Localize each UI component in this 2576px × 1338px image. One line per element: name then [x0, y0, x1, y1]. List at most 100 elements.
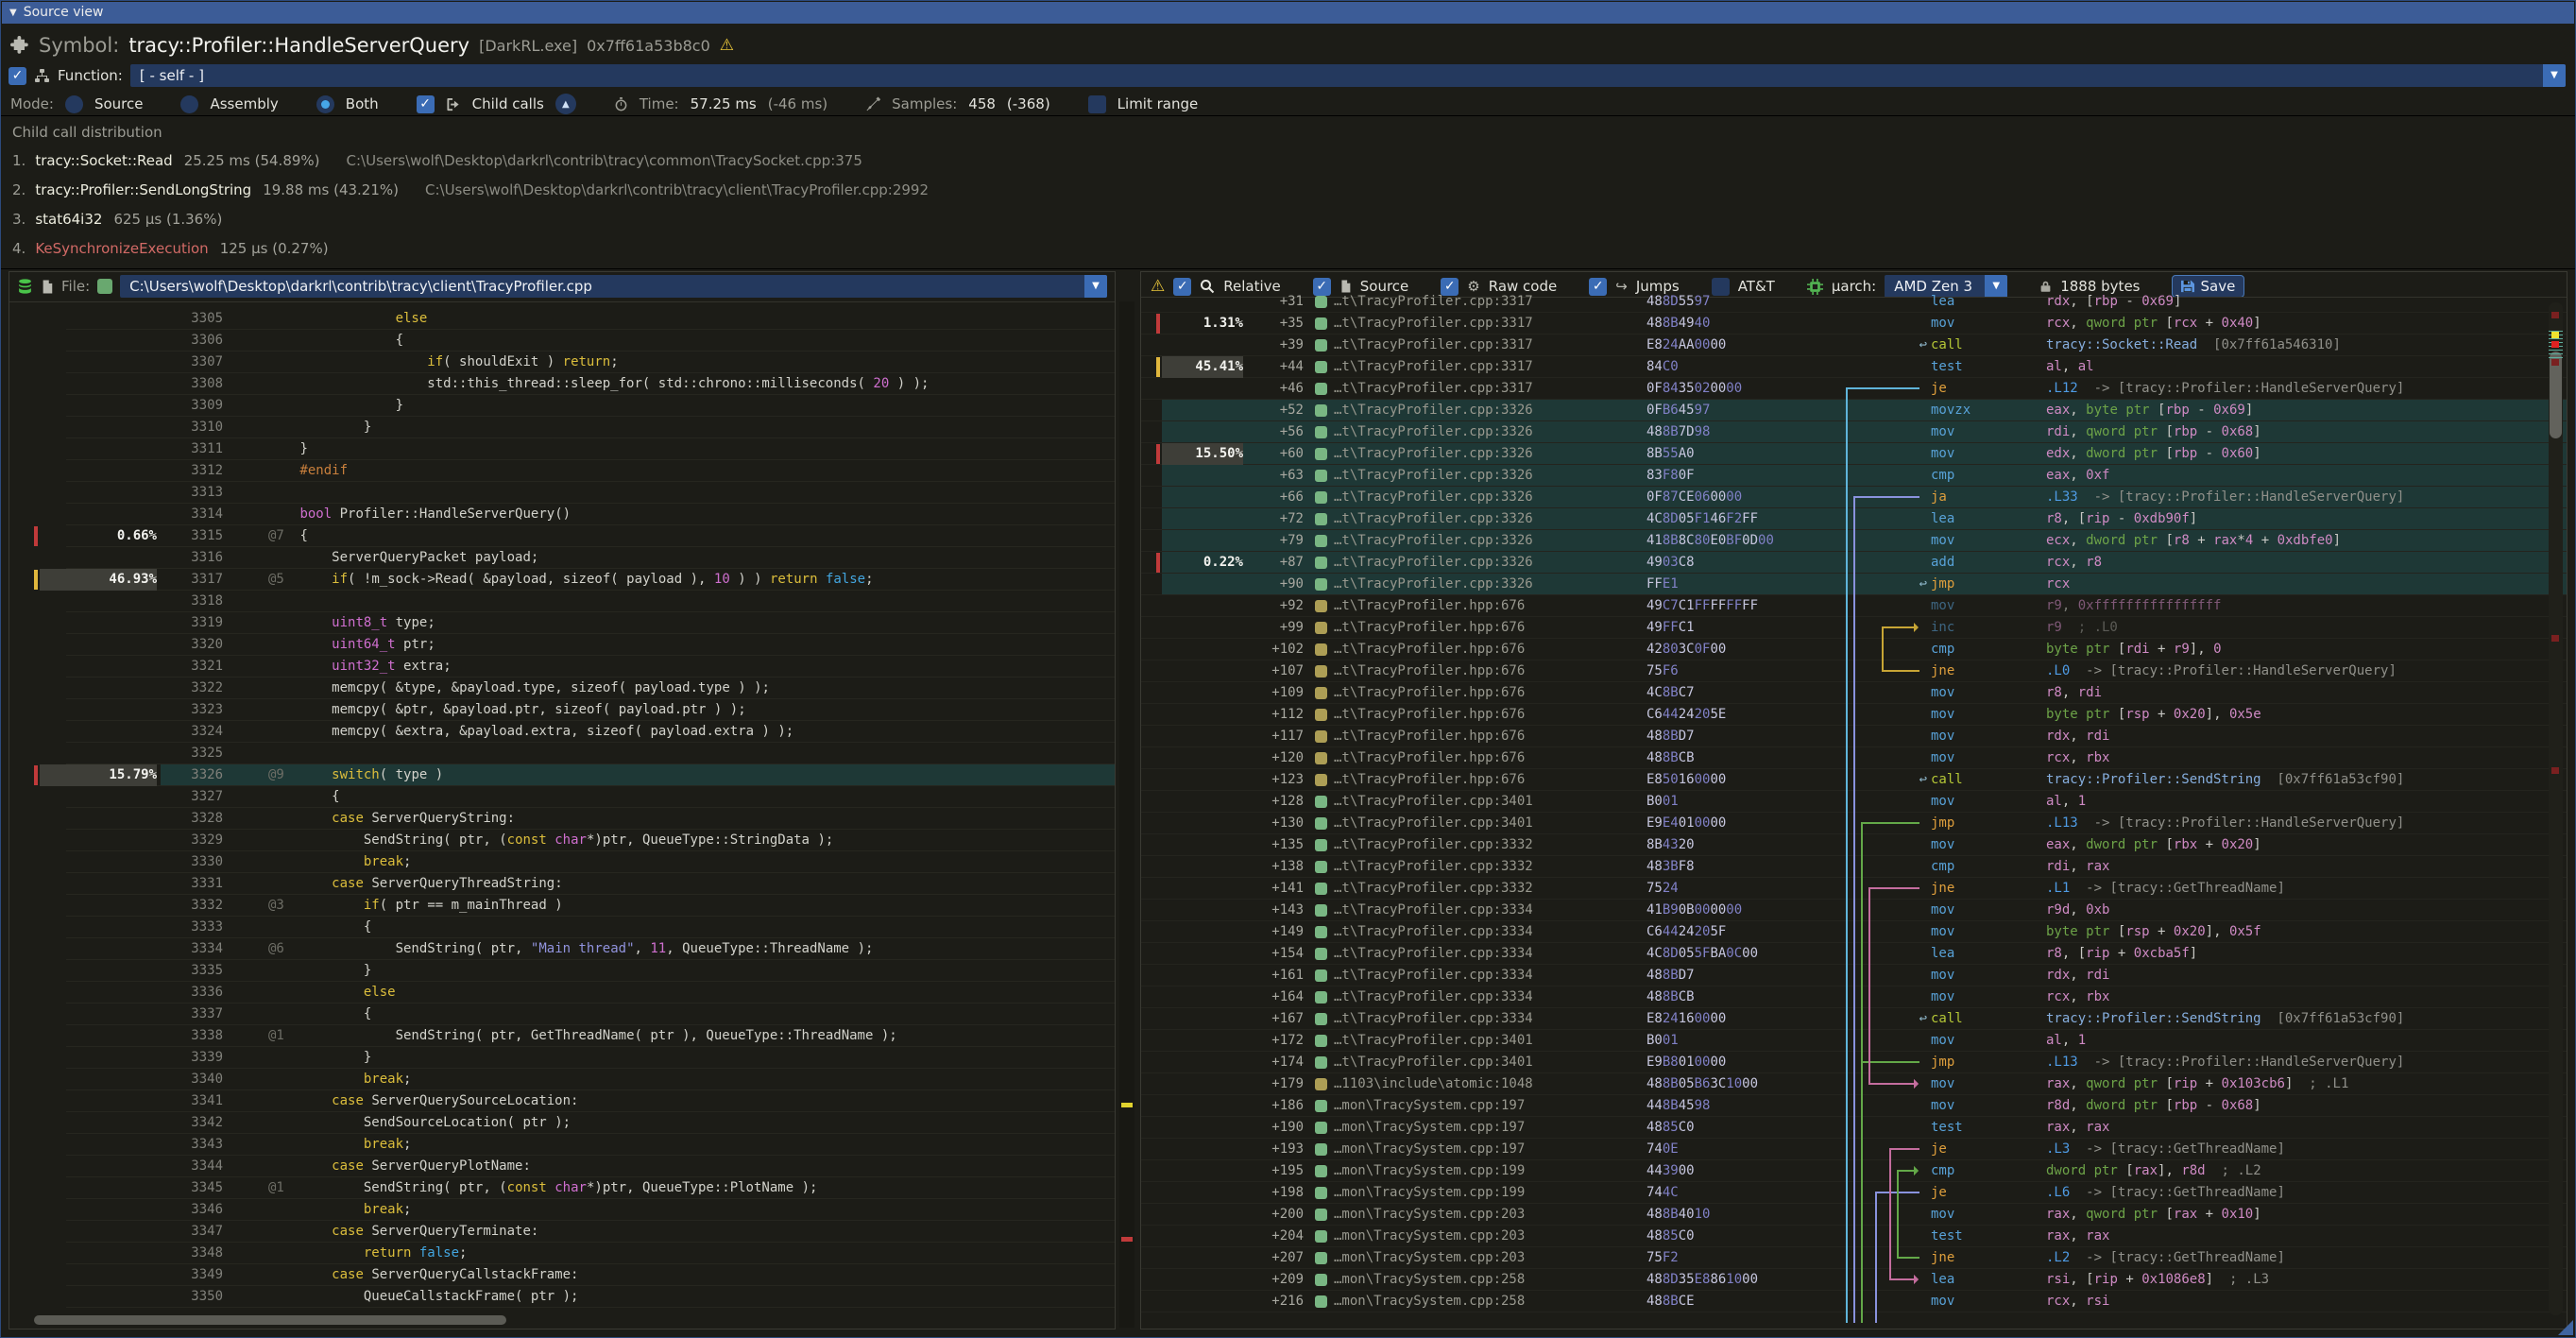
assembly-line[interactable]: +123…t\TracyProfiler.hpp:676E850160000↩c…	[1141, 769, 2567, 791]
assembly-line[interactable]: +138…t\TracyProfiler.cpp:3332483BF8cmprd…	[1141, 856, 2567, 878]
assembly-line[interactable]: +135…t\TracyProfiler.cpp:33328B4320movea…	[1141, 834, 2567, 856]
source-line[interactable]: 3348 return false;	[9, 1243, 1115, 1264]
source-line[interactable]: 3313	[9, 482, 1115, 504]
source-line[interactable]: 3335 }	[9, 960, 1115, 982]
assembly-line[interactable]: +149…t\TracyProfiler.cpp:3334C64424205Fm…	[1141, 921, 2567, 943]
assembly-line[interactable]: +164…t\TracyProfiler.cpp:3334488BCBmovrc…	[1141, 986, 2567, 1008]
assembly-line[interactable]: +143…t\TracyProfiler.cpp:333441B90B00000…	[1141, 900, 2567, 921]
source-location[interactable]: …t\TracyProfiler.cpp:3326	[1334, 574, 1533, 595]
source-line[interactable]: 3310 }	[9, 417, 1115, 438]
source-location[interactable]: …mon\TracySystem.cpp:203	[1334, 1204, 1525, 1226]
collapse-metrics-button[interactable]: ▲	[555, 94, 576, 114]
source-line[interactable]: 3339 }	[9, 1047, 1115, 1069]
source-line[interactable]: 3305 else	[9, 308, 1115, 330]
source-location[interactable]: …t\TracyProfiler.hpp:676	[1334, 682, 1525, 704]
source-line[interactable]: 3320 uint64_t ptr;	[9, 634, 1115, 656]
source-line[interactable]: 3342 SendSourceLocation( ptr );	[9, 1112, 1115, 1134]
source-location[interactable]: …mon\TracySystem.cpp:258	[1334, 1291, 1525, 1312]
source-location[interactable]: …t\TracyProfiler.cpp:3317	[1334, 378, 1533, 400]
source-line[interactable]: 3309 }	[9, 395, 1115, 417]
source-location[interactable]: …t\TracyProfiler.cpp:3326	[1334, 508, 1533, 530]
assembly-line[interactable]: +102…t\TracyProfiler.hpp:67642803C0F00cm…	[1141, 639, 2567, 660]
assembly-line[interactable]: +141…t\TracyProfiler.cpp:33327524jne.L1 …	[1141, 878, 2567, 900]
source-location[interactable]: …t\TracyProfiler.cpp:3326	[1334, 400, 1533, 421]
assembly-line[interactable]: +112…t\TracyProfiler.hpp:676C64424205Emo…	[1141, 704, 2567, 726]
source-location[interactable]: …t\TracyProfiler.hpp:676	[1334, 747, 1525, 769]
child-call-item[interactable]: 2.tracy::Profiler::SendLongString19.88 m…	[12, 176, 2566, 205]
assembly-line[interactable]: +207…mon\TracySystem.cpp:20375F2jne.L2 -…	[1141, 1247, 2567, 1269]
source-location[interactable]: …mon\TracySystem.cpp:203	[1334, 1226, 1525, 1247]
assembly-line[interactable]: +107…t\TracyProfiler.hpp:67675F6jne.L0 -…	[1141, 660, 2567, 682]
assembly-line[interactable]: +216…mon\TracySystem.cpp:258488BCEmovrcx…	[1141, 1291, 2567, 1312]
assembly-line[interactable]: +92…t\TracyProfiler.hpp:67649C7C1FFFFFFF…	[1141, 595, 2567, 617]
source-location[interactable]: …1103\include\atomic:1048	[1334, 1073, 1533, 1095]
assembly-line[interactable]: +90…t\TracyProfiler.cpp:3326FFE1↩jmprcx	[1141, 574, 2567, 595]
window-titlebar[interactable]: ▼Source view	[2, 2, 2574, 24]
assembly-line[interactable]: 1.31%+35…t\TracyProfiler.cpp:3317488B494…	[1141, 313, 2567, 334]
source-location[interactable]: …t\TracyProfiler.hpp:676	[1334, 639, 1525, 660]
source-line[interactable]: 3341 case ServerQuerySourceLocation:	[9, 1090, 1115, 1112]
assembly-line[interactable]: +167…t\TracyProfiler.cpp:3334E824160000↩…	[1141, 1008, 2567, 1030]
assembly-line[interactable]: +161…t\TracyProfiler.cpp:3334488BD7movrd…	[1141, 965, 2567, 986]
source-location[interactable]: …t\TracyProfiler.hpp:676	[1334, 726, 1525, 747]
source-line[interactable]: 3307 if( shouldExit ) return;	[9, 352, 1115, 373]
resize-grip[interactable]	[2558, 1320, 2573, 1335]
source-line[interactable]: 3325	[9, 743, 1115, 764]
source-location[interactable]: …mon\TracySystem.cpp:258	[1334, 1269, 1525, 1291]
assembly-line[interactable]: +200…mon\TracySystem.cpp:203488B4010movr…	[1141, 1204, 2567, 1226]
assembly-line[interactable]: +99…t\TracyProfiler.hpp:67649FFC1incr9 ;…	[1141, 617, 2567, 639]
child-calls-checkbox[interactable]: ✓	[417, 95, 435, 113]
assembly-line[interactable]: +204…mon\TracySystem.cpp:2034885C0testra…	[1141, 1226, 2567, 1247]
collapse-icon[interactable]: ▼	[9, 8, 17, 18]
source-location[interactable]: …t\TracyProfiler.cpp:3332	[1334, 878, 1533, 900]
source-location[interactable]: …t\TracyProfiler.cpp:3334	[1334, 986, 1533, 1008]
mode-radio-assembly[interactable]	[180, 95, 198, 113]
assembly-line[interactable]: +109…t\TracyProfiler.hpp:6764C8BC7movr8,…	[1141, 682, 2567, 704]
file-select[interactable]: C:\Users\wolf\Desktop\darkrl\contrib\tra…	[120, 275, 1107, 298]
source-location[interactable]: …t\TracyProfiler.cpp:3401	[1334, 1052, 1533, 1073]
source-location[interactable]: …t\TracyProfiler.cpp:3317	[1334, 313, 1533, 334]
source-line[interactable]: 3327 {	[9, 786, 1115, 808]
source-location[interactable]: …mon\TracySystem.cpp:199	[1334, 1182, 1525, 1204]
source-location[interactable]: …t\TracyProfiler.hpp:676	[1334, 704, 1525, 726]
source-line[interactable]: 3344 case ServerQueryPlotName:	[9, 1156, 1115, 1177]
assembly-line[interactable]: +130…t\TracyProfiler.cpp:3401E9E4010000j…	[1141, 813, 2567, 834]
source-location[interactable]: …t\TracyProfiler.cpp:3401	[1334, 813, 1533, 834]
source-location[interactable]: …t\TracyProfiler.cpp:3326	[1334, 487, 1533, 508]
assembly-line[interactable]: 45.41%+44…t\TracyProfiler.cpp:331784C0te…	[1141, 356, 2567, 378]
assembly-line[interactable]: +66…t\TracyProfiler.cpp:33260F87CE060000…	[1141, 487, 2567, 508]
assembly-line[interactable]: +39…t\TracyProfiler.cpp:3317E824AA0000↩c…	[1141, 334, 2567, 356]
assembly-line[interactable]: +198…mon\TracySystem.cpp:199744Cje.L6 ->…	[1141, 1182, 2567, 1204]
child-call-item[interactable]: 4.KeSynchronizeExecution125 μs (0.27%)	[12, 234, 2566, 264]
source-line[interactable]: 46.93%3317@5 if( !m_sock->Read( &payload…	[9, 569, 1115, 591]
source-line[interactable]: 3306 {	[9, 330, 1115, 352]
source-line[interactable]: 3338@1 SendString( ptr, GetThreadName( p…	[9, 1025, 1115, 1047]
source-location[interactable]: …t\TracyProfiler.hpp:676	[1334, 617, 1525, 639]
assembly-line[interactable]: +52…t\TracyProfiler.cpp:33260FB64597movz…	[1141, 400, 2567, 421]
source-line[interactable]: 3334@6 SendString( ptr, "Main thread", 1…	[9, 938, 1115, 960]
limit-range-checkbox[interactable]	[1088, 95, 1106, 113]
source-location[interactable]: …t\TracyProfiler.cpp:3332	[1334, 834, 1533, 856]
source-location[interactable]: …t\TracyProfiler.cpp:3326	[1334, 530, 1533, 552]
source-line[interactable]: 3314 bool Profiler::HandleServerQuery()	[9, 504, 1115, 525]
source-location[interactable]: …mon\TracySystem.cpp:197	[1334, 1095, 1525, 1117]
source-location[interactable]: …t\TracyProfiler.cpp:3334	[1334, 1008, 1533, 1030]
assembly-line[interactable]: +154…t\TracyProfiler.cpp:33344C8D055FBA0…	[1141, 943, 2567, 965]
source-line[interactable]: 3332@3 if( ptr == m_mainThread )	[9, 895, 1115, 917]
source-line[interactable]: 3350 QueueCallstackFrame( ptr );	[9, 1286, 1115, 1308]
source-location[interactable]: …t\TracyProfiler.cpp:3317	[1334, 291, 1533, 313]
assembly-line[interactable]: +209…mon\TracySystem.cpp:258488D35E88610…	[1141, 1269, 2567, 1291]
source-line[interactable]: 3345@1 SendString( ptr, (const char*)ptr…	[9, 1177, 1115, 1199]
source-location[interactable]: …mon\TracySystem.cpp:203	[1334, 1247, 1525, 1269]
source-line[interactable]: 3318	[9, 591, 1115, 612]
source-line[interactable]: 3311 }	[9, 438, 1115, 460]
source-location[interactable]: …t\TracyProfiler.cpp:3332	[1334, 856, 1533, 878]
source-line[interactable]: 3324 memcpy( &extra, &payload.extra, siz…	[9, 721, 1115, 743]
source-line[interactable]: 3312 #endif	[9, 460, 1115, 482]
source-location[interactable]: …t\TracyProfiler.cpp:3326	[1334, 552, 1533, 574]
source-location[interactable]: …t\TracyProfiler.cpp:3326	[1334, 465, 1533, 487]
mode-radio-source[interactable]	[65, 95, 83, 113]
source-location[interactable]: …t\TracyProfiler.cpp:3334	[1334, 900, 1533, 921]
assembly-line[interactable]: +56…t\TracyProfiler.cpp:3326488B7D98movr…	[1141, 421, 2567, 443]
assembly-line[interactable]: +79…t\TracyProfiler.cpp:3326418B8C80E0BF…	[1141, 530, 2567, 552]
